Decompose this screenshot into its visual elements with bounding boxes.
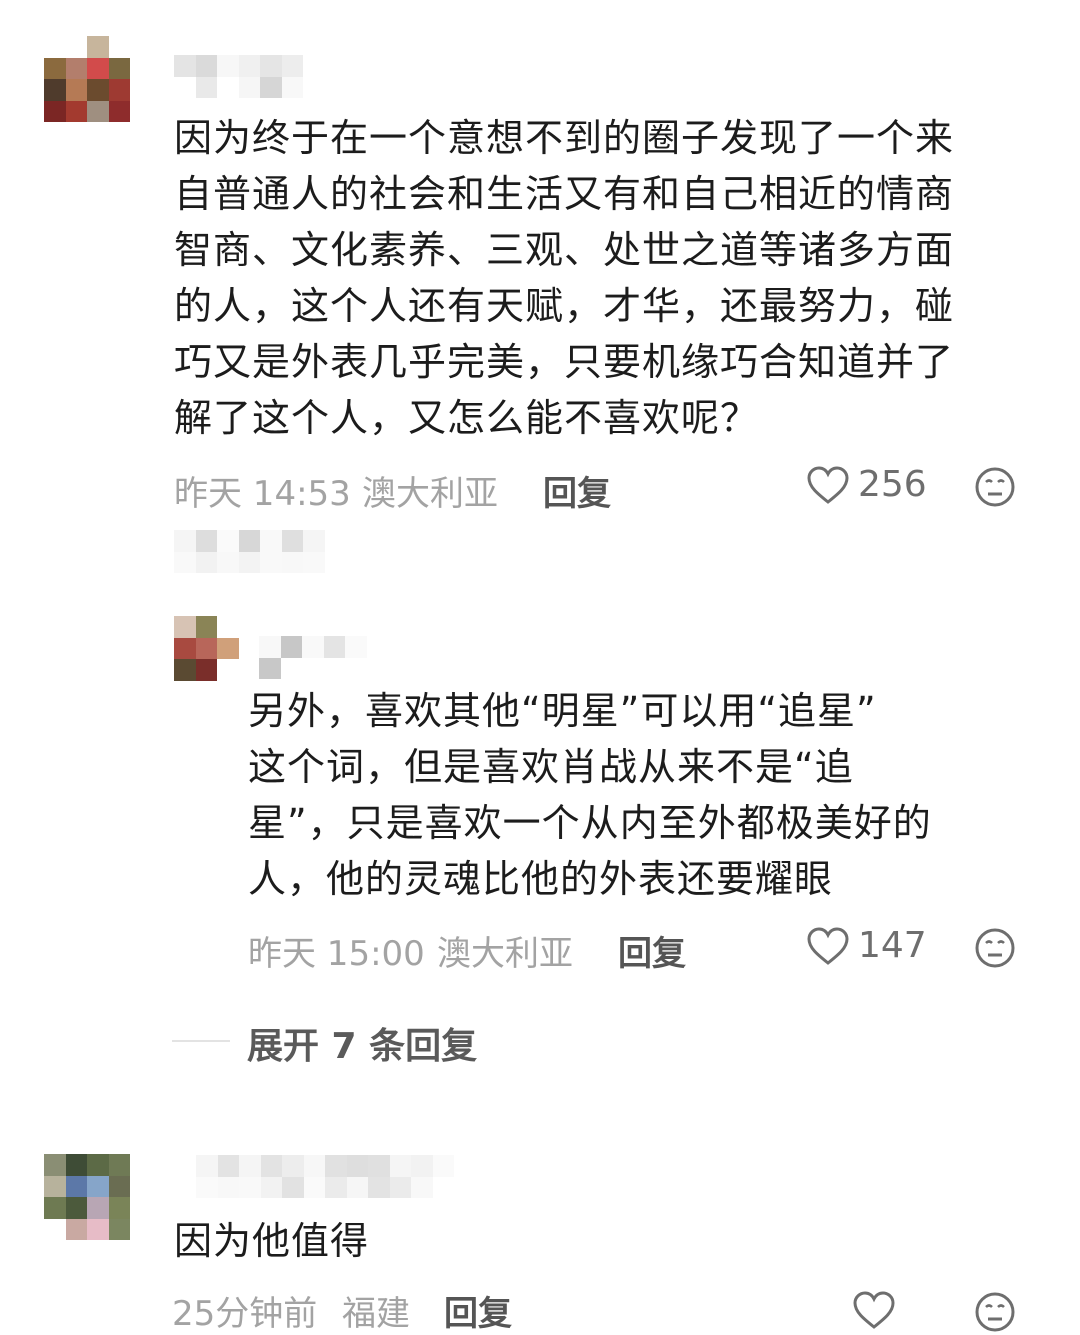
neutral-face-icon[interactable] (974, 927, 1016, 969)
reply-button[interactable]: 回复 (543, 466, 611, 515)
comment-time: 昨天 14:53 (174, 474, 351, 514)
username[interactable] (259, 636, 367, 679)
username[interactable] (196, 1155, 454, 1198)
comment-time: 昨天 15:00 (248, 934, 425, 974)
like-count: 147 (858, 925, 927, 966)
neutral-face-icon[interactable] (974, 466, 1016, 508)
reply-button[interactable]: 回复 (444, 1286, 512, 1335)
like-button[interactable]: 256 (806, 464, 927, 505)
heart-icon (806, 465, 850, 505)
comment-text: 因为终于在一个意想不到的圈子发现了一个来 自普通人的社会和生活又有和自己相近的情… (174, 116, 955, 440)
heart-icon (852, 1290, 896, 1330)
like-button[interactable]: 147 (806, 925, 927, 966)
like-button[interactable] (852, 1290, 896, 1330)
reply-button[interactable]: 回复 (618, 926, 686, 975)
expand-replies-label[interactable]: 展开 7 条回复 (247, 1017, 477, 1069)
blurred-label (174, 530, 325, 573)
comment-time: 25分钟前 (172, 1294, 318, 1334)
username[interactable] (174, 55, 303, 98)
comment-location: 澳大利亚 (362, 474, 498, 514)
avatar[interactable] (174, 616, 239, 681)
neutral-face-icon[interactable] (974, 1291, 1016, 1333)
comment-text: 因为他值得 (174, 1219, 370, 1263)
like-count: 256 (858, 464, 927, 505)
comment-location: 澳大利亚 (437, 934, 573, 974)
comment-text: 另外，喜欢其他“明星”可以用“追星” 这个词，但是喜欢肖战从来不是“追 星”，只… (248, 689, 932, 901)
avatar[interactable] (44, 1154, 130, 1240)
heart-icon (806, 926, 850, 966)
comment-location: 福建 (342, 1294, 410, 1334)
avatar[interactable] (44, 36, 130, 122)
divider (172, 1040, 230, 1042)
